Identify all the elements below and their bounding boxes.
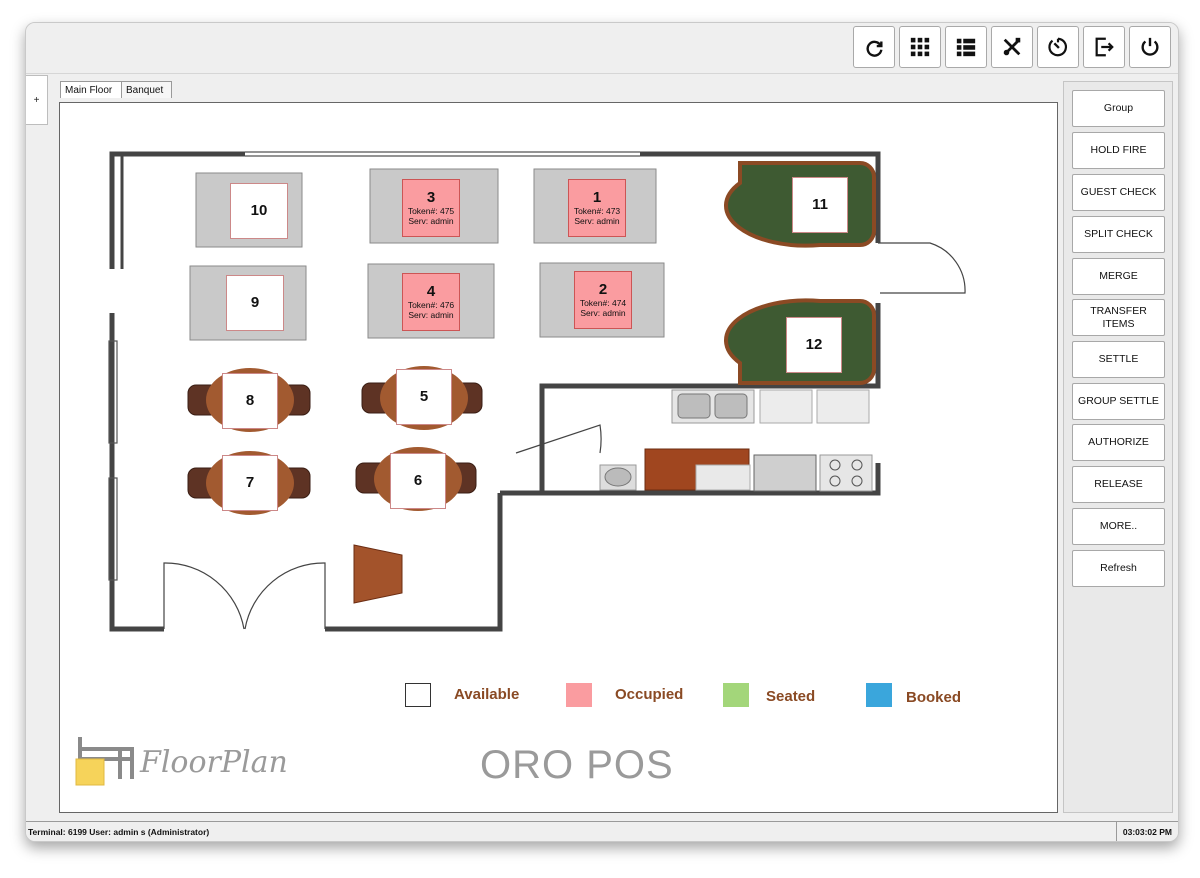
list-button[interactable] [945, 26, 987, 68]
table-server: Serv: admin [408, 216, 454, 226]
group-button[interactable]: Group [1072, 90, 1165, 127]
app-name: ORO POS [480, 743, 674, 787]
expand-panel-button[interactable]: + [26, 75, 48, 125]
logout-icon [1095, 37, 1114, 57]
table-5[interactable]: 5 [396, 369, 452, 425]
legend-booked-label: Booked [906, 689, 962, 706]
settle-button[interactable]: SETTLE [1072, 341, 1165, 378]
legend-booked-swatch [866, 683, 892, 707]
timer-icon [1048, 37, 1067, 57]
table-number: 11 [812, 196, 828, 213]
table-10[interactable]: 10 [230, 183, 288, 239]
power-button[interactable] [1129, 26, 1171, 68]
table-9[interactable]: 9 [226, 275, 284, 331]
list-icon [956, 38, 976, 57]
table-number: 1 [592, 189, 602, 206]
tools-button[interactable] [991, 26, 1033, 68]
legend-seated-label: Seated [766, 688, 816, 705]
table-number: 8 [245, 392, 255, 409]
tools-icon [1003, 37, 1021, 56]
table-number: 5 [419, 388, 429, 405]
table-1[interactable]: 1 Token#: 473 Serv: admin [568, 179, 626, 237]
table-2[interactable]: 2 Token#: 474 Serv: admin [574, 271, 632, 329]
transfer-items-button[interactable]: TRANSFER ITEMS [1072, 299, 1165, 336]
floorplan-logo-text: FloorPlan [140, 745, 288, 780]
app-window: + Main Floor Banquet 10 3 Token#: 475 Se… [25, 22, 1179, 842]
table-12[interactable]: 12 [786, 317, 842, 373]
legend-available-label: Available [454, 686, 520, 703]
table-server: Serv: admin [408, 310, 454, 320]
table-token: Token#: 473 [573, 206, 621, 216]
group-settle-button[interactable]: GROUP SETTLE [1072, 383, 1165, 420]
refresh-button[interactable] [853, 26, 895, 68]
power-icon [1141, 37, 1159, 56]
legend-seated-swatch [723, 683, 749, 707]
guest-check-button[interactable]: GUEST CHECK [1072, 174, 1165, 211]
table-7[interactable]: 7 [222, 455, 278, 511]
table-6[interactable]: 6 [390, 453, 446, 509]
status-bar: Terminal: 6199 User: admin s (Administra… [26, 821, 1178, 841]
clock: 03:03:02 PM [1115, 822, 1178, 841]
kitchen [599, 389, 873, 492]
table-8[interactable]: 8 [222, 373, 278, 429]
authorize-button[interactable]: AUTHORIZE [1072, 424, 1165, 461]
toolbar [26, 23, 1178, 74]
table-number: 2 [598, 281, 608, 298]
tab-main-floor[interactable]: Main Floor [60, 81, 122, 98]
table-number: 9 [250, 294, 260, 311]
table-number: 12 [805, 336, 823, 353]
table-server: Serv: admin [574, 216, 620, 226]
table-token: Token#: 476 [407, 300, 455, 310]
table-token: Token#: 475 [407, 206, 455, 216]
timer-button[interactable] [1037, 26, 1079, 68]
table-number: 6 [413, 472, 423, 489]
table-11[interactable]: 11 [792, 177, 848, 233]
logout-button[interactable] [1083, 26, 1125, 68]
table-number: 4 [426, 283, 436, 300]
more-button[interactable]: MORE.. [1072, 508, 1165, 545]
refresh-icon [866, 40, 883, 57]
table-token: Token#: 474 [579, 298, 627, 308]
table-3[interactable]: 3 Token#: 475 Serv: admin [402, 179, 460, 237]
table-4[interactable]: 4 Token#: 476 Serv: admin [402, 273, 460, 331]
tab-banquet[interactable]: Banquet [121, 81, 172, 98]
table-number: 10 [250, 202, 268, 219]
legend-available-swatch [405, 683, 431, 707]
release-button[interactable]: RELEASE [1072, 466, 1165, 503]
table-number: 7 [245, 474, 255, 491]
grid-button[interactable] [899, 26, 941, 68]
table-server: Serv: admin [580, 308, 626, 318]
refresh-action-button[interactable]: Refresh [1072, 550, 1165, 587]
hold-fire-button[interactable]: HOLD FIRE [1072, 132, 1165, 169]
action-panel: Group HOLD FIRE GUEST CHECK SPLIT CHECK … [1063, 81, 1173, 813]
floor-plan-canvas: 10 3 Token#: 475 Serv: admin 1 Token#: 4… [59, 102, 1058, 813]
legend-occupied-label: Occupied [615, 686, 684, 703]
floorplan-logo-icon [75, 737, 134, 786]
table-number: 3 [426, 189, 436, 206]
grid-icon [910, 37, 930, 57]
terminal-info: Terminal: 6199 User: admin s (Administra… [28, 827, 210, 837]
split-check-button[interactable]: SPLIT CHECK [1072, 216, 1165, 253]
merge-button[interactable]: MERGE [1072, 258, 1165, 295]
legend-occupied-swatch [566, 683, 592, 707]
wooden-panel [353, 544, 403, 604]
